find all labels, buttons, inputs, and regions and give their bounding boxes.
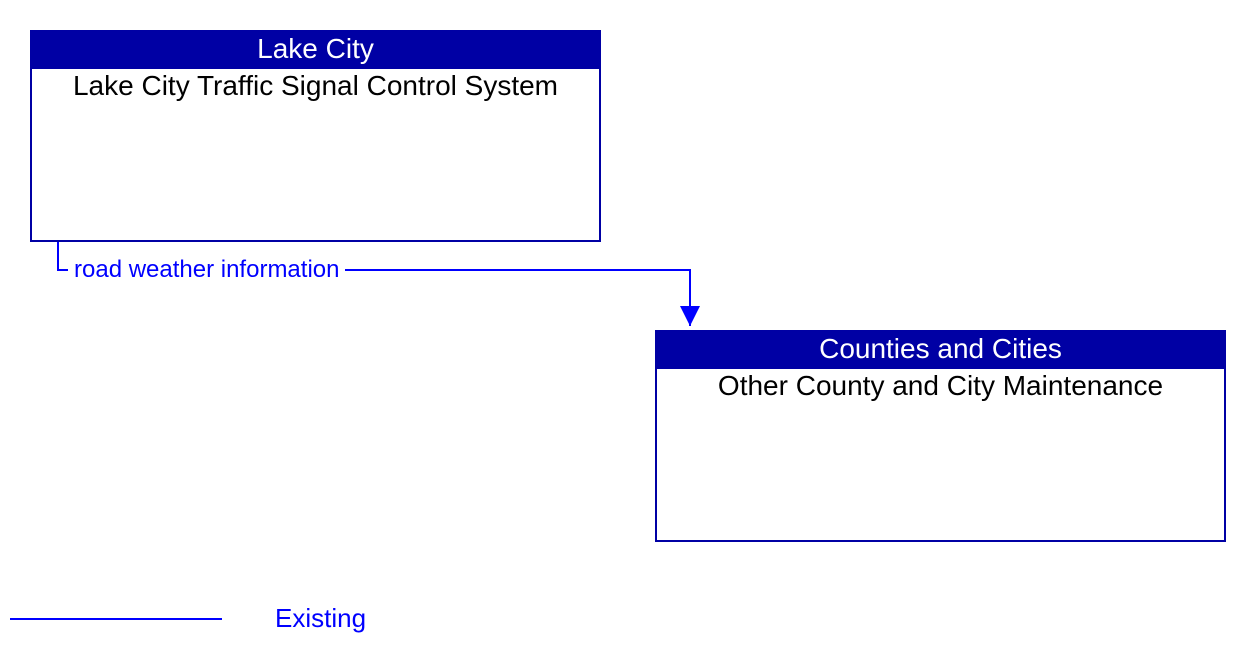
node-other-county-city-maintenance[interactable]: Counties and Cities Other County and Cit… [655,330,1226,542]
node-body: Other County and City Maintenance [657,369,1224,404]
flow-label-road-weather-information: road weather information [68,258,345,282]
diagram-canvas: Lake City Lake City Traffic Signal Contr… [0,0,1252,658]
node-header: Lake City [32,32,599,69]
node-lake-city-traffic-signal[interactable]: Lake City Lake City Traffic Signal Contr… [30,30,601,242]
node-body: Lake City Traffic Signal Control System [32,69,599,104]
node-header: Counties and Cities [657,332,1224,369]
legend-label-existing: Existing [275,605,366,631]
legend-line-existing [10,618,222,620]
